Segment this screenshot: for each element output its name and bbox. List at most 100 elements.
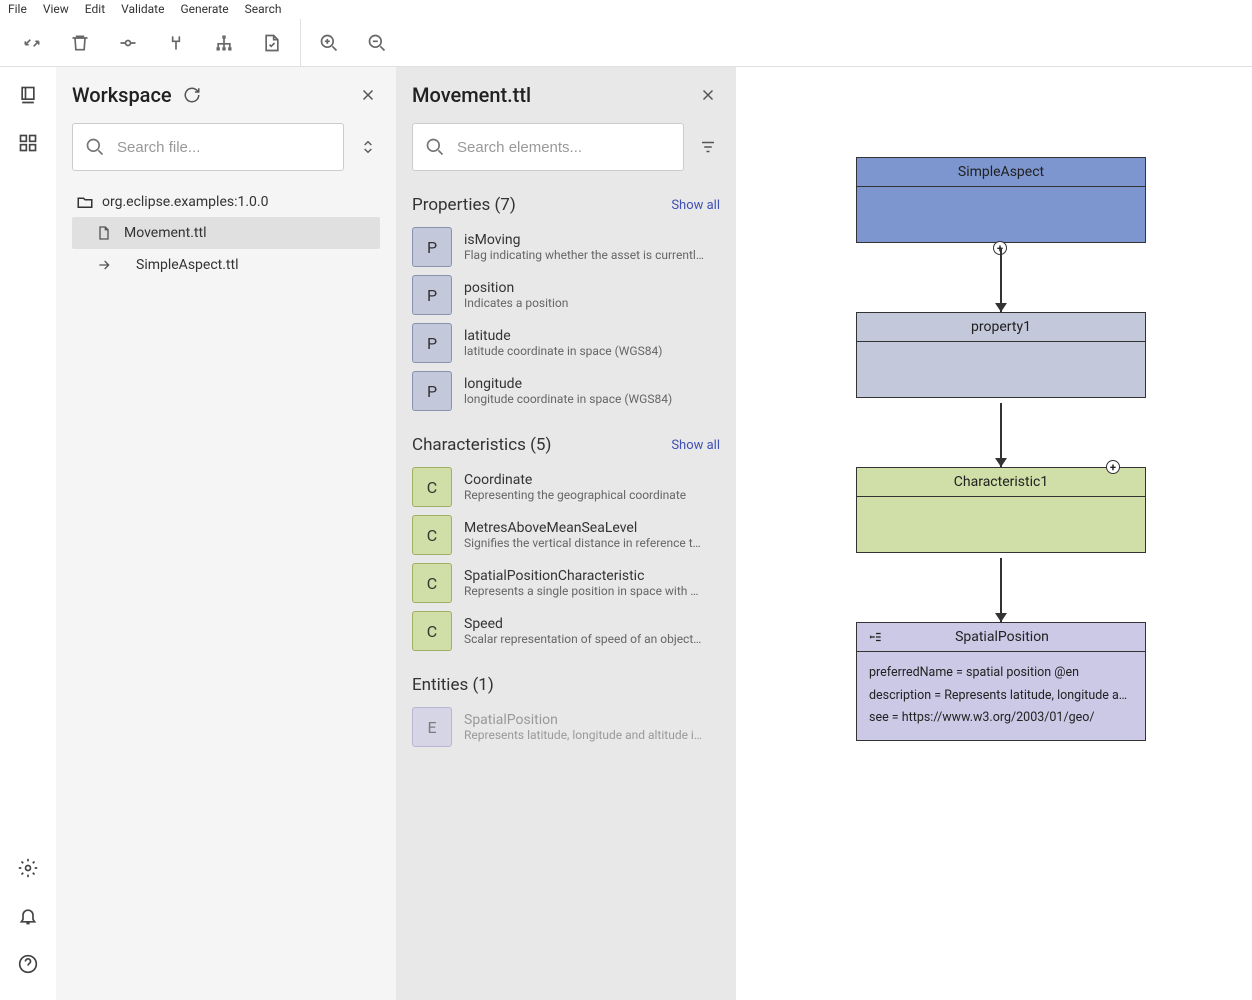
notifications-icon[interactable] (16, 904, 40, 928)
property-desc: Indicates a position (464, 296, 568, 310)
arrow-head-icon (995, 458, 1007, 467)
tree-file-simpleaspect[interactable]: SimpleAspect.ttl (72, 249, 380, 281)
grid-icon[interactable] (16, 131, 40, 155)
menu-generate[interactable]: Generate (180, 2, 228, 16)
show-all-characteristics[interactable]: Show all (671, 438, 720, 453)
file-label: SimpleAspect.ttl (136, 257, 239, 273)
diagram-node-characteristic[interactable]: Characteristic1 (856, 467, 1146, 553)
characteristic-item[interactable]: C MetresAboveMeanSeaLevelSignifies the v… (412, 515, 720, 555)
entity-badge-icon: E (412, 707, 452, 747)
menu-bar: File View Edit Validate Generate Search (0, 0, 1252, 19)
property-name: isMoving (464, 232, 704, 248)
elements-title: Movement.ttl (412, 83, 531, 107)
collapse-icon[interactable] (8, 19, 56, 67)
workspace-panel: Workspace (56, 67, 396, 1000)
show-all-properties[interactable]: Show all (671, 198, 720, 213)
characteristic-badge-icon: C (412, 467, 452, 507)
node-title: SimpleAspect (857, 158, 1145, 187)
properties-heading: Properties (7) (412, 195, 516, 215)
node-title: Characteristic1 (857, 468, 1145, 497)
workspace-title: Workspace (72, 83, 172, 107)
property-name: longitude (464, 376, 672, 392)
search-icon (425, 137, 445, 157)
characteristic-item[interactable]: C SpeedScalar representation of speed of… (412, 611, 720, 651)
arrow-icon (96, 257, 124, 273)
characteristic-desc: Scalar representation of speed of an obj… (464, 632, 704, 646)
search-icon (85, 137, 105, 157)
characteristic-item[interactable]: C SpatialPositionCharacteristicRepresent… (412, 563, 720, 603)
entity-name: SpatialPosition (464, 712, 704, 728)
entities-heading: Entities (1) (412, 675, 494, 695)
node-attr: preferredName = spatial position @en (869, 662, 1133, 685)
characteristic-name: MetresAboveMeanSeaLevel (464, 520, 704, 536)
property-item[interactable]: P isMovingFlag indicating whether the as… (412, 227, 720, 267)
characteristic-desc: Representing the geographical coordinate (464, 488, 686, 502)
filter-icon[interactable] (696, 135, 720, 159)
property-item[interactable]: P positionIndicates a position (412, 275, 720, 315)
property-item[interactable]: P longitudelongitude coordinate in space… (412, 371, 720, 411)
property-badge-icon: P (412, 371, 452, 411)
menu-search[interactable]: Search (245, 2, 282, 16)
refresh-icon[interactable] (180, 83, 204, 107)
files-icon[interactable] (16, 83, 40, 107)
property-name: position (464, 280, 568, 296)
diagram-node-property[interactable]: property1 (856, 312, 1146, 398)
tree-folder[interactable]: org.eclipse.examples:1.0.0 (72, 187, 380, 217)
characteristic-badge-icon: C (412, 611, 452, 651)
property-name: latitude (464, 328, 662, 344)
settings-icon[interactable] (16, 856, 40, 880)
close-workspace-icon[interactable] (356, 83, 380, 107)
diagram-node-entity[interactable]: SpatialPosition preferredName = spatial … (856, 622, 1146, 741)
property-badge-icon: P (412, 227, 452, 267)
elements-search[interactable] (412, 123, 684, 171)
menu-validate[interactable]: Validate (121, 2, 164, 16)
characteristic-desc: Represents a single position in space wi… (464, 584, 704, 598)
elements-panel: Movement.ttl Properties (7) Show all (396, 67, 736, 1000)
entity-desc: Represents latitude, longitude and altit… (464, 728, 704, 742)
menu-edit[interactable]: Edit (85, 2, 105, 16)
close-elements-icon[interactable] (696, 83, 720, 107)
entity-link-icon (869, 630, 883, 644)
left-rail (0, 67, 56, 1000)
characteristic-name: Coordinate (464, 472, 686, 488)
tree-file-movement[interactable]: Movement.ttl (72, 217, 380, 249)
delete-icon[interactable] (56, 19, 104, 67)
menu-view[interactable]: View (43, 2, 69, 16)
node-attr: see = https://www.w3.org/2003/01/geo/ (869, 707, 1133, 730)
arrow-head-icon (995, 303, 1007, 312)
characteristic-badge-icon: C (412, 515, 452, 555)
property-badge-icon: P (412, 323, 452, 363)
add-connection-icon[interactable]: + (1106, 460, 1120, 474)
node-title: property1 (857, 313, 1145, 342)
toolbar (0, 19, 1252, 67)
menu-file[interactable]: File (8, 2, 27, 16)
characteristic-badge-icon: C (412, 563, 452, 603)
diagram-canvas[interactable]: SimpleAspect + property1 Characteristic1… (736, 67, 1252, 1000)
zoom-out-icon[interactable] (353, 19, 401, 67)
commit-icon[interactable] (104, 19, 152, 67)
characteristic-item[interactable]: C CoordinateRepresenting the geographica… (412, 467, 720, 507)
property-desc: longitude coordinate in space (WGS84) (464, 392, 672, 406)
elements-search-input[interactable] (457, 139, 671, 156)
connect-icon[interactable] (152, 19, 200, 67)
characteristic-desc: Signifies the vertical distance in refer… (464, 536, 704, 550)
file-label: Movement.ttl (124, 225, 207, 241)
arrow-head-icon (995, 613, 1007, 622)
workspace-search-input[interactable] (117, 139, 331, 156)
diagram-node-aspect[interactable]: SimpleAspect (856, 157, 1146, 243)
file-icon (96, 225, 112, 241)
node-attr: description = Represents latitude, longi… (869, 685, 1133, 708)
collapse-all-icon[interactable] (356, 135, 380, 159)
hierarchy-icon[interactable] (200, 19, 248, 67)
folder-icon (76, 193, 94, 211)
entity-item[interactable]: E SpatialPositionRepresents latitude, lo… (412, 707, 720, 747)
folder-label: org.eclipse.examples:1.0.0 (102, 194, 268, 210)
property-item[interactable]: P latitudelatitude coordinate in space (… (412, 323, 720, 363)
help-icon[interactable] (16, 952, 40, 976)
zoom-in-icon[interactable] (305, 19, 353, 67)
node-title: SpatialPosition (883, 629, 1121, 645)
characteristic-name: Speed (464, 616, 704, 632)
workspace-search[interactable] (72, 123, 344, 171)
validate-icon[interactable] (248, 19, 296, 67)
characteristic-name: SpatialPositionCharacteristic (464, 568, 704, 584)
